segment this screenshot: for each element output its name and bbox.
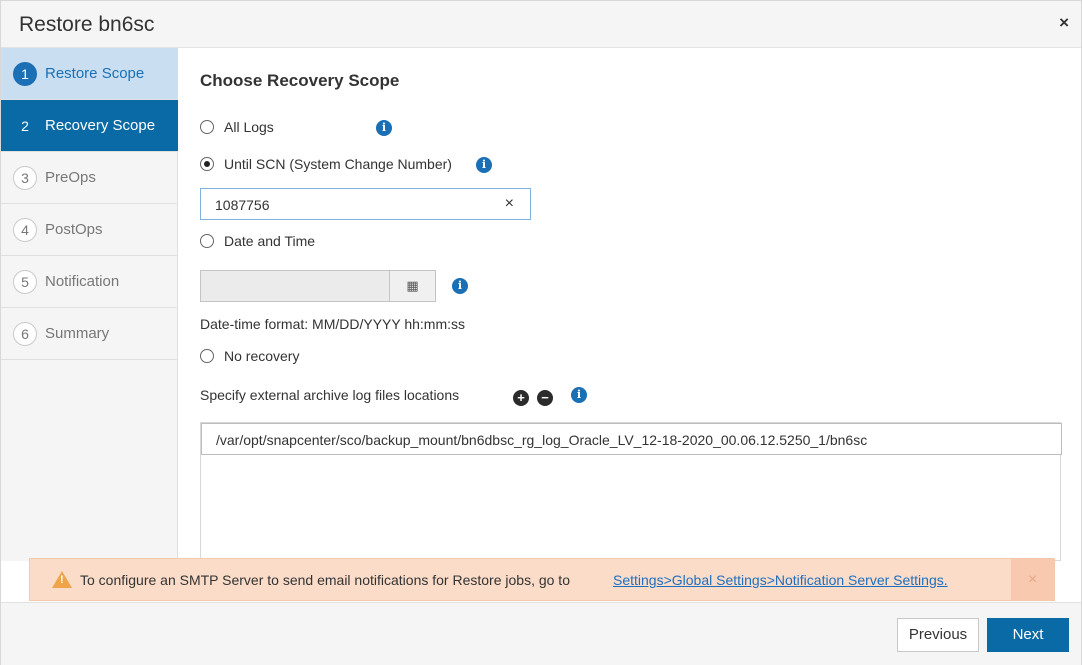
wizard-steps-sidebar: 1 Restore Scope 2 Recovery Scope 3 PreOp…: [1, 48, 178, 561]
step-label: PostOps: [45, 221, 103, 238]
section-heading: Choose Recovery Scope: [200, 71, 400, 90]
next-button[interactable]: Next: [987, 618, 1069, 652]
restore-dialog: Restore bn6sc × 1 Restore Scope 2 Recove…: [0, 0, 1082, 665]
alert-text: To configure an SMTP Server to send emai…: [80, 572, 570, 588]
previous-button[interactable]: Previous: [897, 618, 979, 652]
step-summary[interactable]: 6 Summary: [1, 308, 178, 360]
info-icon[interactable]: i: [476, 157, 492, 173]
step-label: Recovery Scope: [45, 117, 156, 134]
step-restore-scope[interactable]: 1 Restore Scope: [1, 48, 178, 100]
scn-value: 1087756: [215, 197, 270, 213]
no-recovery-label: No recovery: [224, 348, 300, 364]
close-icon[interactable]: ×: [1059, 13, 1069, 33]
step-label: PreOps: [45, 169, 96, 186]
recovery-scope-panel: Choose Recovery Scope All Logs i Until S…: [179, 48, 1081, 561]
step-postops[interactable]: 4 PostOps: [1, 204, 178, 256]
step-number: 4: [13, 218, 37, 242]
scn-input[interactable]: 1087756 ×: [200, 188, 531, 220]
date-time-radio[interactable]: Date and Time: [200, 233, 315, 249]
dialog-titlebar: Restore bn6sc ×: [1, 1, 1081, 48]
step-number: 5: [13, 270, 37, 294]
step-number: 3: [13, 166, 37, 190]
step-number: 2: [13, 114, 37, 138]
step-number: 1: [13, 62, 37, 86]
archive-path-input[interactable]: /var/opt/snapcenter/sco/backup_mount/bn6…: [201, 423, 1062, 455]
archive-locations-list: /var/opt/snapcenter/sco/backup_mount/bn6…: [200, 422, 1062, 561]
add-icon[interactable]: +: [513, 390, 529, 406]
no-recovery-radio[interactable]: No recovery: [200, 348, 299, 364]
radio-button[interactable]: [200, 234, 214, 248]
step-notification[interactable]: 5 Notification: [1, 256, 178, 308]
all-logs-label: All Logs: [224, 119, 274, 135]
dialog-footer: Previous Next: [1, 602, 1081, 665]
archive-locations-label: Specify external archive log files locat…: [200, 387, 460, 403]
calendar-icon[interactable]: ▦: [390, 270, 436, 302]
date-time-label: Date and Time: [224, 233, 316, 249]
step-label: Notification: [45, 273, 120, 290]
warning-icon: [52, 571, 72, 588]
date-format-hint: Date-time format: MM/DD/YYYY hh:mm:ss: [200, 316, 466, 332]
smtp-warning-banner: To configure an SMTP Server to send emai…: [29, 558, 1055, 601]
step-number: 6: [13, 322, 37, 346]
step-label: Summary: [45, 325, 110, 342]
step-recovery-scope[interactable]: 2 Recovery Scope: [1, 100, 178, 152]
until-scn-label: Until SCN (System Change Number): [224, 156, 452, 172]
until-scn-radio[interactable]: Until SCN (System Change Number): [200, 156, 452, 172]
radio-button-selected[interactable]: [200, 157, 214, 171]
step-preops[interactable]: 3 PreOps: [1, 152, 178, 204]
step-label: Restore Scope: [45, 65, 145, 82]
radio-button[interactable]: [200, 120, 214, 134]
clear-icon[interactable]: ×: [505, 195, 514, 213]
info-icon[interactable]: i: [376, 120, 392, 136]
info-icon[interactable]: i: [452, 278, 468, 294]
notification-settings-link[interactable]: Settings>Global Settings>Notification Se…: [613, 572, 948, 588]
all-logs-radio[interactable]: All Logs: [200, 119, 274, 135]
date-time-input[interactable]: [200, 270, 390, 302]
archive-path-value: /var/opt/snapcenter/sco/backup_mount/bn6…: [216, 432, 868, 448]
remove-icon[interactable]: −: [537, 390, 553, 406]
info-icon[interactable]: i: [571, 387, 587, 403]
radio-button[interactable]: [200, 349, 214, 363]
dialog-title: Restore bn6sc: [19, 13, 155, 36]
close-icon[interactable]: ×: [1011, 559, 1054, 600]
